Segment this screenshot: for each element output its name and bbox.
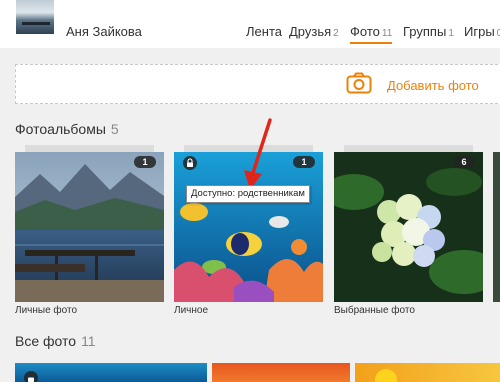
add-photo-label: Добавить фото	[387, 78, 479, 93]
sticker-icon	[375, 369, 397, 382]
all-photos-section-title: Все фото 11	[15, 333, 96, 349]
album-cover-partial	[493, 152, 500, 302]
lock-icon	[183, 156, 197, 170]
nav-item-label: Фото	[350, 24, 380, 39]
album-count-badge: 1	[293, 156, 315, 168]
nav-item-count: 2	[333, 28, 339, 39]
album-name: Выбранные фото	[334, 305, 415, 316]
nav-item-count: 11	[381, 28, 393, 39]
all-photos-count: 11	[81, 333, 96, 349]
photo-thumb[interactable]	[212, 363, 350, 382]
albums-section-title: Фотоальбомы 5	[15, 121, 119, 137]
all-photos-title: Все фото	[15, 333, 77, 349]
nav-item-label: Друзья	[289, 24, 332, 39]
album-name: Личное	[174, 305, 209, 316]
nav-item-photos[interactable]: Фото 11	[350, 24, 393, 44]
photo-thumb[interactable]	[15, 363, 207, 382]
photo-thumb[interactable]	[355, 363, 500, 382]
camera-icon	[346, 72, 372, 94]
album-count-badge: 6	[453, 156, 475, 168]
arrow-annotation	[244, 118, 272, 190]
nav-item-feed[interactable]: Лента	[246, 24, 282, 39]
album-card[interactable]: 6 Выбранные фото	[334, 145, 483, 318]
album-card[interactable]	[493, 145, 500, 318]
album-cover-lake	[15, 152, 164, 302]
album-count-badge: 1	[134, 156, 156, 168]
lock-icon	[24, 371, 38, 382]
profile-header: Аня Зайкова Лента Друзья 2 Фото 11 Группы 1…	[0, 0, 500, 48]
album-card[interactable]: 1 Личные фото	[15, 145, 164, 318]
album-name: Личные фото	[15, 305, 78, 316]
profile-nav: Лента Друзья 2 Фото 11 Группы 1 Игры 0	[0, 24, 500, 44]
albums-title: Фотоальбомы	[15, 121, 106, 137]
nav-item-games[interactable]: Игры 0	[464, 24, 500, 39]
nav-item-label: Группы	[403, 24, 447, 39]
nav-item-friends[interactable]: Друзья 2	[289, 24, 339, 39]
nav-item-label: Игры	[464, 24, 495, 39]
nav-item-label: Лента	[246, 24, 282, 39]
nav-item-groups[interactable]: Группы 1	[403, 24, 454, 39]
albums-count: 5	[110, 121, 119, 137]
nav-item-count: 1	[448, 28, 454, 39]
album-cover-flowers	[334, 152, 483, 302]
privacy-tooltip: Доступно: родственникам	[186, 185, 310, 203]
